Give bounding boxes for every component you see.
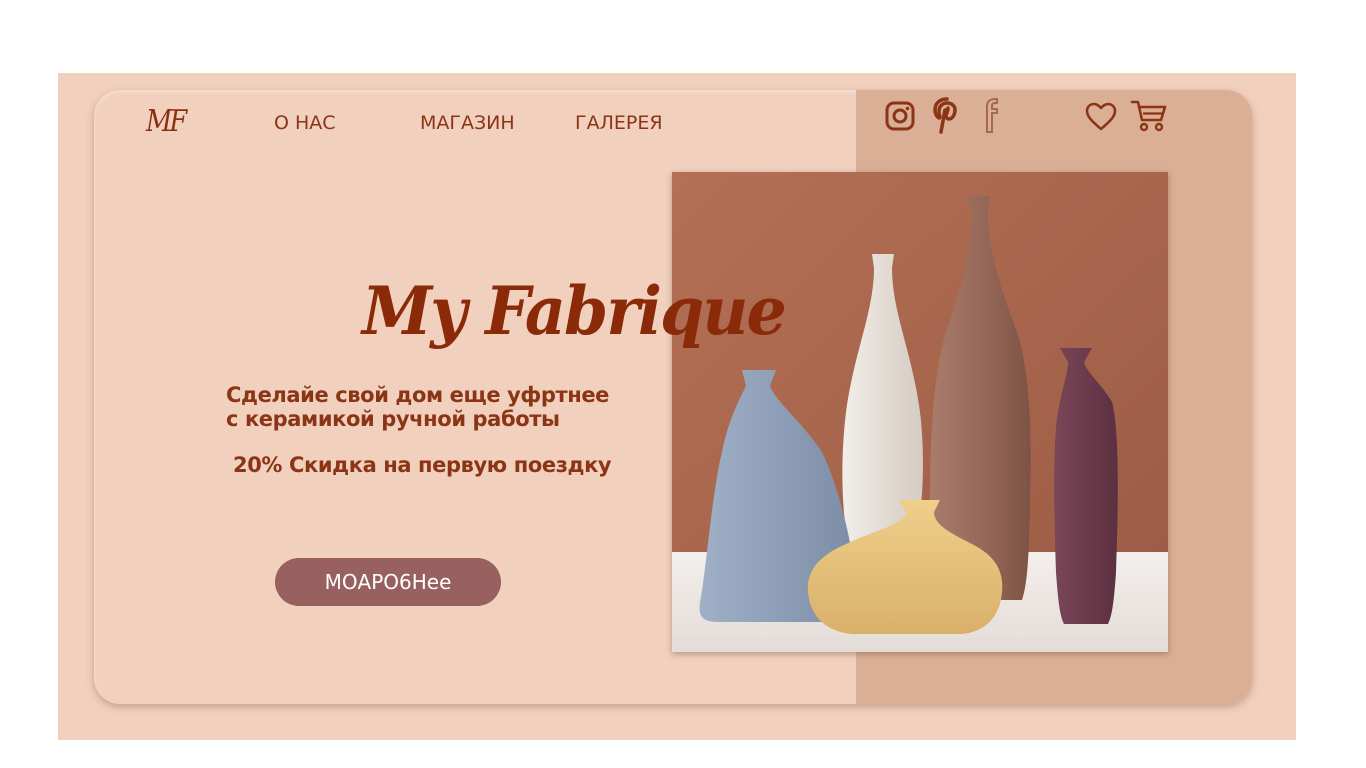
logo[interactable]: MF (146, 104, 187, 139)
nav-item-shop[interactable]: МАГАЗИН (420, 112, 515, 134)
hero-tagline-line1: Сделайе свой дом еще уфртнее (226, 383, 610, 407)
cart-icon[interactable] (1130, 98, 1168, 134)
instagram-icon[interactable] (884, 100, 916, 132)
discount-text: 20% Скидка на первую поездку (233, 453, 612, 477)
nav-item-gallery[interactable]: ГАЛЕРЕЯ (575, 112, 663, 134)
cta-button[interactable]: МОАРО6Нее (275, 558, 501, 606)
ceramic-vases-illustration (672, 172, 1168, 652)
hero-title: My Fabrique (362, 272, 787, 350)
hero-card: MF О НАС МАГАЗИН ГАЛЕРЕЯ My Fabrique Сде… (94, 90, 1252, 704)
heart-icon[interactable] (1084, 102, 1118, 132)
hero-tagline-line2: с керамикой ручной работы (226, 407, 560, 431)
hero-tagline: Сделайе свой дом еще уфртнее с керамикой… (226, 383, 609, 431)
facebook-icon[interactable] (978, 96, 1000, 134)
hero-product-image (672, 172, 1168, 652)
nav-item-about[interactable]: О НАС (274, 112, 336, 134)
pinterest-icon[interactable] (932, 96, 962, 134)
